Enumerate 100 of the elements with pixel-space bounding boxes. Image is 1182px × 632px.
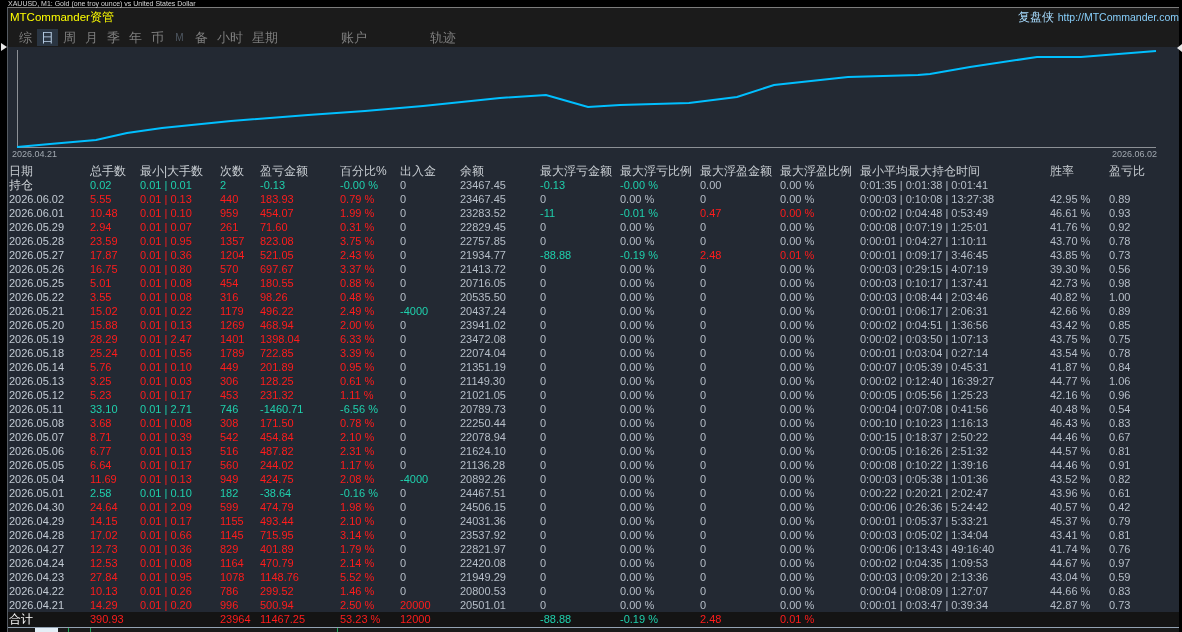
float-gain-cell: 0 xyxy=(700,458,707,472)
profit-cell: 11467.25 xyxy=(260,613,306,626)
period-tab[interactable]: 币 xyxy=(147,29,168,46)
balance-cell: 21351.19 xyxy=(460,360,506,374)
float-gain-percent-cell: 0.00 % xyxy=(780,430,815,444)
profit-cell: 401.89 xyxy=(260,542,294,556)
float-gain-percent-cell: 0.00 % xyxy=(780,570,815,584)
trade-count-cell: 316 xyxy=(220,290,239,304)
date-cell: 2026.05.07 xyxy=(9,430,65,444)
profit-percent-cell: 3.14 % xyxy=(340,528,375,542)
balance-cell: 21413.72 xyxy=(460,262,506,276)
balance-cell: 21934.77 xyxy=(460,248,506,262)
balance-cell: 20892.26 xyxy=(460,472,506,486)
float-loss-percent-cell: 0.00 % xyxy=(620,542,655,556)
trade-count-cell: 1401 xyxy=(220,332,245,346)
profit-percent-cell: 0.95 % xyxy=(340,360,375,374)
hold-time-cell: 0:00:01 | 0:05:37 | 5:33:21 xyxy=(860,514,989,528)
total-lots-cell: 3.25 xyxy=(90,374,112,388)
float-gain-cell: 0 xyxy=(700,542,707,556)
profit-cell: 500.94 xyxy=(260,598,294,612)
date-cell: 2026.05.14 xyxy=(9,360,65,374)
date-cell: 2026.05.18 xyxy=(9,346,65,360)
lot-range-cell: 0.01 | 2.71 xyxy=(140,402,192,416)
date-cell: 2026.05.21 xyxy=(9,304,65,318)
float-gain-cell: 0 xyxy=(700,234,707,248)
period-tab[interactable]: 账户 xyxy=(337,29,371,46)
website-link[interactable]: http://MTCommander.com xyxy=(1057,10,1179,24)
trade-count-cell: 570 xyxy=(220,262,239,276)
period-tab[interactable]: 备 xyxy=(191,29,212,46)
trade-count-cell: 829 xyxy=(220,542,239,556)
float-gain-cell: 0.00 xyxy=(700,178,722,192)
total-lots-cell: 16.75 xyxy=(90,262,118,276)
period-tab[interactable]: 周 xyxy=(59,29,80,46)
float-gain-percent-cell: 0.00 % xyxy=(780,262,815,276)
date-cell: 2026.05.28 xyxy=(9,234,65,248)
float-gain-cell: 0 xyxy=(700,402,707,416)
profit-cell: 183.93 xyxy=(260,192,294,206)
win-rate-cell: 43.04 % xyxy=(1050,570,1091,584)
win-rate-cell: 43.85 % xyxy=(1050,248,1091,262)
float-loss-cell: 0 xyxy=(540,556,547,570)
float-loss-cell: 0 xyxy=(540,458,547,472)
profit-percent-cell: 1.79 % xyxy=(340,542,375,556)
win-rate-cell: 40.48 % xyxy=(1050,402,1091,416)
hold-time-cell: 0:00:01 | 0:04:27 | 1:10:11 xyxy=(860,234,988,248)
win-rate-cell: 40.57 % xyxy=(1050,500,1091,514)
total-lots-cell: 25.24 xyxy=(90,346,118,360)
period-tab[interactable]: 轨迹 xyxy=(426,29,460,46)
win-rate-cell: 44.46 % xyxy=(1050,458,1091,472)
profit-loss-ratio-cell: 0.67 xyxy=(1109,430,1131,444)
hold-time-cell: 0:00:08 | 0:07:19 | 1:25:01 xyxy=(860,220,989,234)
triangle-marker-icon xyxy=(1,43,7,51)
balance-cell: 21136.28 xyxy=(460,458,506,472)
float-loss-percent-cell: 0.00 % xyxy=(620,262,655,276)
period-tab[interactable]: 月 xyxy=(81,29,102,46)
profit-percent-cell: 5.52 % xyxy=(340,570,375,584)
date-cell: 2026.05.11 xyxy=(9,402,64,416)
float-gain-percent-cell: 0.00 % xyxy=(780,416,815,430)
period-tab[interactable]: 星期 xyxy=(248,29,282,46)
profit-loss-ratio-cell: 0.89 xyxy=(1109,192,1131,206)
total-lots-cell: 17.02 xyxy=(90,528,118,542)
period-tab[interactable]: 日 xyxy=(37,29,58,46)
profit-loss-ratio-cell: 0.98 xyxy=(1109,276,1131,290)
hold-time-cell: 0:00:06 | 0:13:43 | 49:16:40 xyxy=(860,542,995,556)
hold-time-cell: 0:00:01 | 0:06:17 | 2:06:31 xyxy=(860,304,989,318)
column-header: 日期 xyxy=(9,164,33,178)
float-loss-cell: 0 xyxy=(540,290,547,304)
total-lots-cell: 14.29 xyxy=(90,598,118,612)
profit-loss-ratio-cell: 0.75 xyxy=(1109,332,1131,346)
float-loss-cell: 0 xyxy=(540,486,547,500)
float-loss-cell: 0 xyxy=(540,276,547,290)
period-tab[interactable]: 年 xyxy=(125,29,146,46)
float-gain-percent-cell: 0.00 % xyxy=(780,542,815,556)
float-gain-cell: 0 xyxy=(700,528,707,542)
float-loss-percent-cell: 0.00 % xyxy=(620,486,655,500)
total-lots-cell: 12.53 xyxy=(90,556,118,570)
cash-flow-cell: 0 xyxy=(400,570,407,584)
period-tab[interactable]: 季 xyxy=(103,29,124,46)
total-label: 合计 xyxy=(9,613,33,626)
profit-loss-ratio-cell: 0.81 xyxy=(1109,444,1131,458)
total-lots-cell: 390.93 xyxy=(90,613,124,626)
float-gain-cell: 2.48 xyxy=(700,248,722,262)
hold-time-cell: 0:00:03 | 0:05:38 | 1:01:36 xyxy=(860,472,989,486)
period-tab[interactable]: 综 xyxy=(15,29,36,46)
date-cell: 2026.05.06 xyxy=(9,444,65,458)
cash-flow-cell: 12000 xyxy=(400,613,431,626)
float-gain-percent-cell: 0.00 % xyxy=(780,486,815,500)
profit-percent-cell: 3.37 % xyxy=(340,262,375,276)
lot-range-cell: 0.01 | 0.03 xyxy=(140,374,192,388)
hold-time-cell: 0:00:02 | 0:03:50 | 1:07:13 xyxy=(860,332,989,346)
total-lots-cell: 17.87 xyxy=(90,248,118,262)
profit-percent-cell: 53.23 % xyxy=(340,613,381,626)
profit-cell: 823.08 xyxy=(260,234,294,248)
lot-range-cell: 0.01 | 0.36 xyxy=(140,542,192,556)
lot-range-cell: 0.01 | 2.47 xyxy=(140,332,192,346)
win-rate-cell: 46.43 % xyxy=(1050,416,1091,430)
balance-cell: 22074.04 xyxy=(460,346,506,360)
total-lots-cell: 6.77 xyxy=(90,444,112,458)
period-tab[interactable]: 小时 xyxy=(213,29,247,46)
trade-count-cell: 959 xyxy=(220,206,239,220)
hold-time-cell: 0:00:02 | 0:04:48 | 0:53:49 xyxy=(860,206,989,220)
